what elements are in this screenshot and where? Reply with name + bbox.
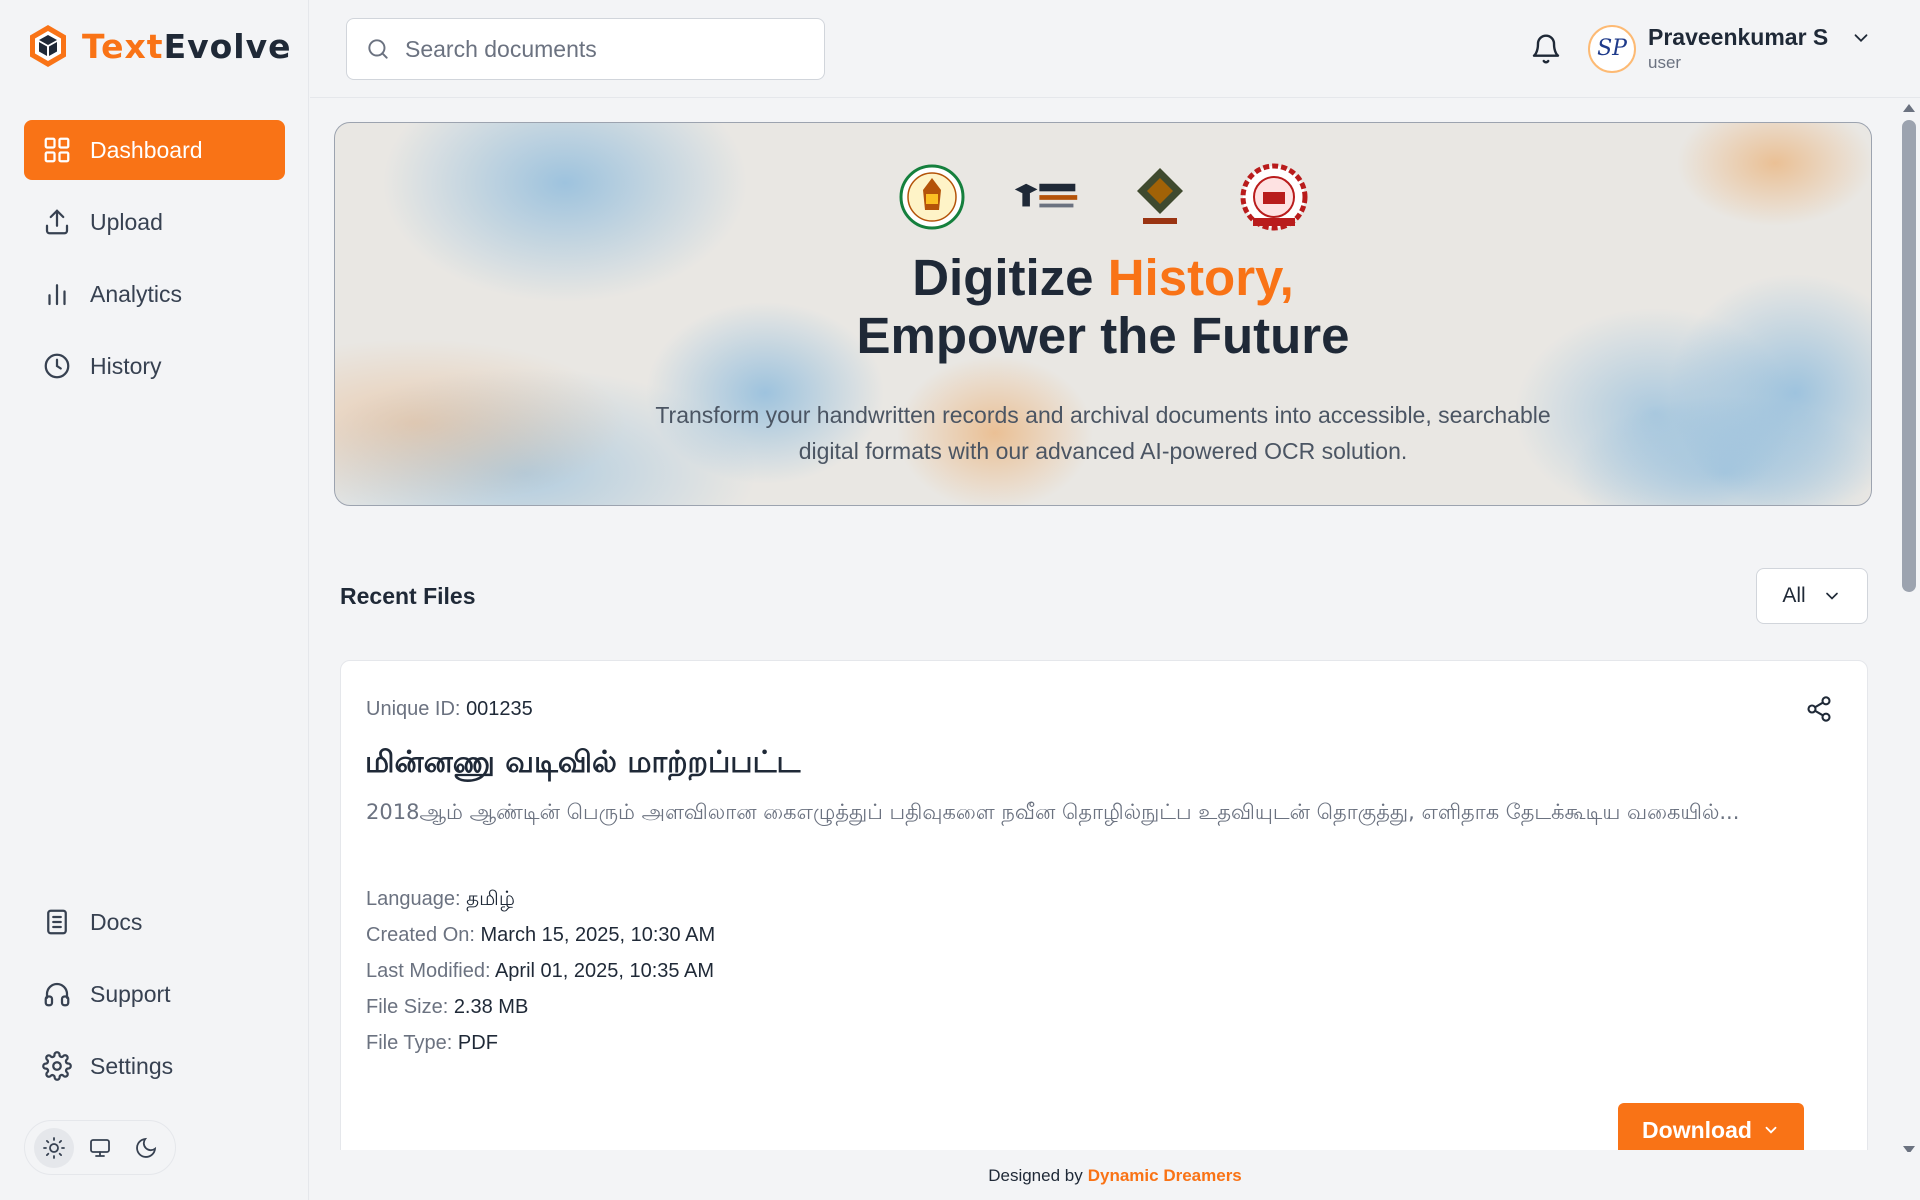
theme-dark-button[interactable]: [126, 1128, 166, 1168]
sidebar-item-dashboard[interactable]: Dashboard: [24, 120, 285, 180]
gear-icon: [42, 1051, 72, 1081]
hero-title-line2: Empower the Future: [856, 307, 1350, 364]
meta-modified: Last Modified: April 01, 2025, 10:35 AM: [366, 953, 715, 989]
main-content: Digitize History, Empower the Future Tran…: [310, 98, 1898, 1150]
hero-subtitle-line1: Transform your handwritten records and a…: [655, 402, 1551, 428]
bell-icon[interactable]: [1530, 32, 1562, 66]
file-card: Unique ID: 001235 மின்னணு வடிவில் மாற்றப…: [340, 660, 1868, 1150]
user-info: Praveenkumar S user: [1648, 24, 1828, 73]
monitor-icon: [90, 1138, 110, 1157]
meta-language: Language: தமிழ்: [366, 881, 715, 917]
sidebar-item-label: Upload: [90, 208, 163, 235]
meta-label: File Type:: [366, 1032, 453, 1054]
tn-government-emblem-logo: [897, 161, 967, 233]
top-header: SP Praveenkumar S user: [310, 0, 1920, 98]
clock-icon: [44, 353, 70, 379]
logo-text: TextEvolve: [82, 26, 292, 66]
sidebar-item-settings[interactable]: Settings: [24, 1036, 285, 1096]
bar-chart-icon: [48, 284, 66, 306]
sidebar-item-label: Support: [90, 980, 171, 1007]
meta-value: 2.38 MB: [453, 996, 529, 1018]
user-name: Praveenkumar S: [1648, 24, 1829, 50]
user-role: user: [1648, 53, 1682, 72]
meta-size: File Size: 2.38 MB: [366, 989, 715, 1025]
document-icon: [47, 909, 67, 935]
naan-mudhalvan-logo: [1011, 161, 1081, 233]
moon-icon: [136, 1137, 157, 1158]
meta-value: PDF: [457, 1032, 498, 1054]
recent-files-heading: Recent Files: [340, 583, 476, 609]
search-input[interactable]: [405, 35, 805, 63]
sidebar-item-label: Dashboard: [90, 136, 203, 163]
sidebar-item-upload[interactable]: Upload: [24, 192, 285, 252]
theme-system-button[interactable]: [80, 1128, 120, 1168]
meta-type: File Type: PDF: [366, 1025, 715, 1061]
app-logo[interactable]: TextEvolve: [24, 22, 292, 70]
sidebar-item-analytics[interactable]: Analytics: [24, 264, 285, 324]
headset-icon: [44, 982, 70, 1007]
share-icon[interactable]: [1805, 695, 1833, 723]
download-label: Download: [1642, 1116, 1752, 1143]
sidebar-bottom-nav: Docs Support Settings: [24, 892, 285, 1108]
file-filter-select[interactable]: All: [1756, 568, 1868, 624]
meta-created: Created On: March 15, 2025, 10:30 AM: [366, 917, 715, 953]
meta-label: Language:: [366, 888, 461, 910]
sidebar-item-support[interactable]: Support: [24, 964, 285, 1024]
scroll-thumb[interactable]: [1902, 120, 1916, 592]
file-title: மின்னணு வடிவில் மாற்றப்பட்ட: [365, 745, 801, 780]
page-footer: Designed by Dynamic Dreamers: [310, 1152, 1920, 1200]
uid-value: 001235: [466, 698, 533, 720]
sidebar-item-label: Analytics: [90, 280, 183, 307]
upload-icon: [45, 209, 69, 235]
hero-title: Digitize History, Empower the Future: [335, 249, 1871, 365]
hero-subtitle: Transform your handwritten records and a…: [335, 397, 1871, 469]
sidebar-nav: Dashboard Upload Analytics History: [24, 120, 285, 408]
search-box[interactable]: [346, 18, 825, 80]
hero-title-part1: Digitize: [912, 249, 1108, 306]
scroll-up-arrow[interactable]: [1903, 104, 1915, 112]
meta-value: தமிழ்: [466, 888, 515, 910]
meta-value: April 01, 2025, 10:35 AM: [494, 960, 715, 982]
meta-value: March 15, 2025, 10:30 AM: [480, 924, 716, 946]
filter-value: All: [1782, 584, 1806, 607]
chevron-down-icon: [1825, 592, 1838, 600]
file-unique-id: Unique ID: 001235: [366, 698, 533, 721]
sidebar-item-label: History: [90, 352, 162, 379]
partner-logos: [335, 161, 1871, 233]
anna-university-logo: [1239, 161, 1309, 233]
chevron-down-icon: [1765, 1126, 1777, 1134]
user-menu[interactable]: SP Praveenkumar S user: [1588, 24, 1872, 73]
meta-label: File Size:: [366, 996, 449, 1018]
uid-label: Unique ID:: [366, 698, 461, 720]
main-scrollbar[interactable]: [1898, 98, 1920, 1154]
footer-prefix: Designed by: [988, 1166, 1083, 1185]
sidebar-item-label: Settings: [90, 1052, 174, 1079]
file-metadata: Language: தமிழ் Created On: March 15, 20…: [366, 881, 715, 1061]
sun-icon: [43, 1136, 65, 1159]
sidebar-item-history[interactable]: History: [24, 336, 285, 396]
sidebar-item-label: Docs: [90, 908, 143, 935]
hero-title-accent: History,: [1107, 249, 1294, 306]
footer-brand-link[interactable]: Dynamic Dreamers: [1088, 1166, 1242, 1186]
download-button[interactable]: Download: [1618, 1103, 1804, 1150]
avatar: SP: [1588, 24, 1636, 73]
search-icon: [368, 39, 388, 59]
grid-icon: [44, 137, 70, 163]
meta-label: Last Modified:: [366, 960, 491, 982]
chevron-down-icon: [1854, 33, 1868, 42]
book-festival-logo: [1125, 161, 1195, 233]
hero-banner: Digitize History, Empower the Future Tran…: [334, 122, 1872, 506]
sidebar-item-docs[interactable]: Docs: [24, 892, 285, 952]
hero-subtitle-line2: digital formats with our advanced AI-pow…: [798, 438, 1408, 464]
file-description: 2018ஆம் ஆண்டின் பெரும் அளவிலான கைஎழுத்து…: [366, 800, 1740, 824]
meta-label: Created On:: [366, 924, 475, 946]
theme-light-button[interactable]: [34, 1127, 74, 1168]
theme-switcher: [24, 1120, 176, 1175]
sidebar: TextEvolve Dashboard Upload Analytics Hi…: [0, 0, 309, 1200]
logo-hex-icon: [30, 25, 66, 67]
